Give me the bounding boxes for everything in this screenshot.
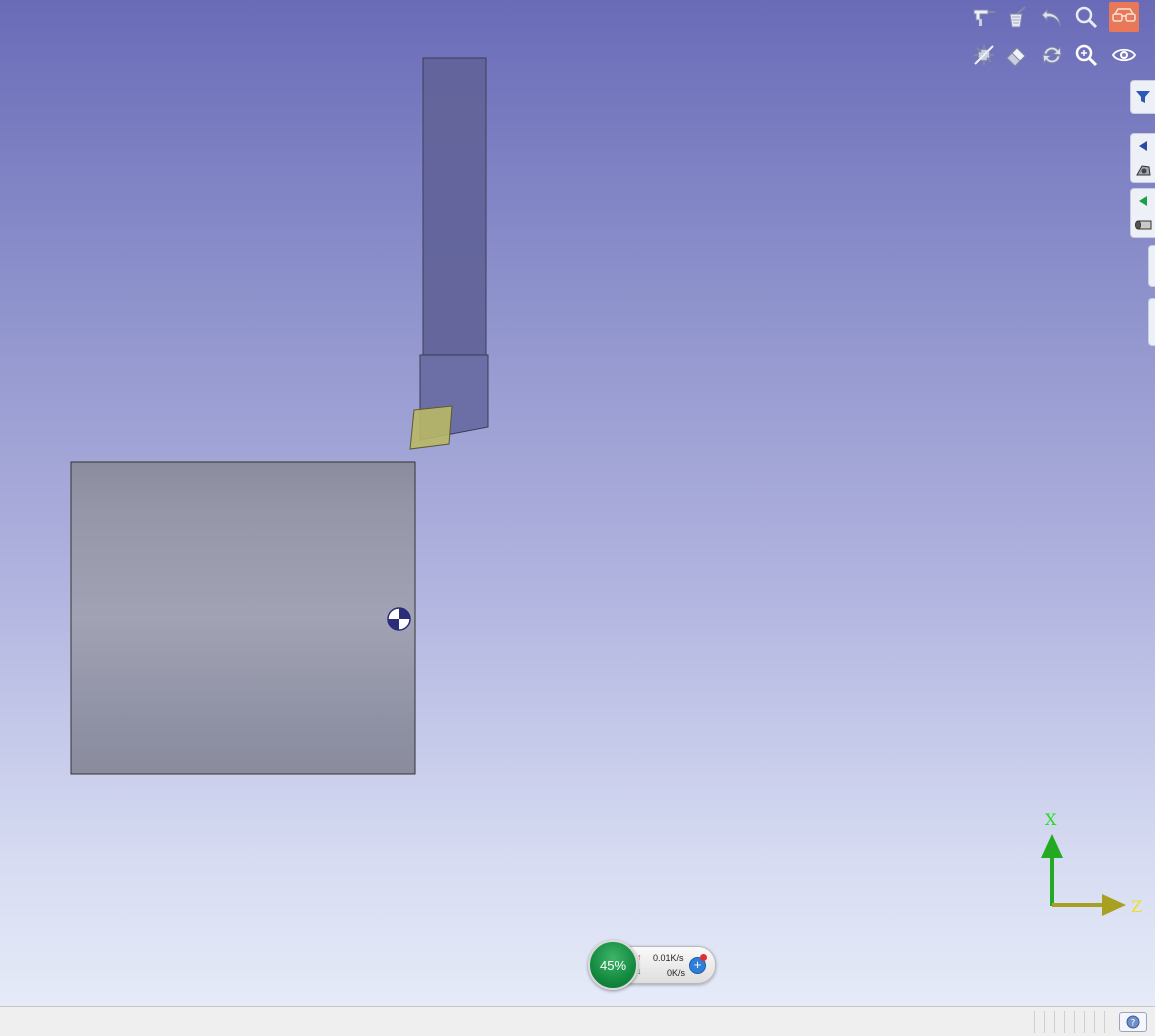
undo-button[interactable]: [1037, 2, 1067, 32]
status-divider: [1064, 1011, 1065, 1033]
status-divider: [1104, 1011, 1105, 1033]
stock-tab[interactable]: [1130, 188, 1155, 238]
status-divider: [1074, 1011, 1075, 1033]
help-icon: ?: [1126, 1015, 1140, 1029]
memory-gauge[interactable]: 45%: [588, 940, 638, 990]
rotate-button[interactable]: [1037, 40, 1067, 70]
origin-marker-icon: [387, 607, 411, 631]
download-speed: 0K/s: [667, 968, 686, 978]
glasses-button[interactable]: [1109, 2, 1139, 32]
svg-text:?: ?: [1131, 1019, 1136, 1029]
status-divider: [1034, 1011, 1035, 1033]
axis-x-label: X: [1045, 810, 1057, 829]
rotate-icon: [1042, 45, 1062, 65]
axis-triad: [1041, 834, 1126, 916]
notification-dot: [700, 954, 707, 961]
tool-holder-icon: [1136, 164, 1151, 175]
3d-viewport[interactable]: X Z ↑ 0.01K/s ↓ 0K/s + 45%: [0, 0, 1155, 1006]
measure-icon: [973, 9, 995, 26]
zoom-fit-button[interactable]: [1071, 40, 1101, 70]
zoom-fit-icon: [1075, 44, 1098, 67]
tool-holder-tab[interactable]: [1130, 133, 1155, 183]
eraser-button[interactable]: [1001, 40, 1031, 70]
status-bar: ?: [0, 1006, 1155, 1036]
network-speed-widget[interactable]: ↑ 0.01K/s ↓ 0K/s + 45%: [586, 938, 718, 990]
stock-workpiece[interactable]: [70, 461, 416, 775]
status-divider: [1084, 1011, 1085, 1033]
status-divider: [1044, 1011, 1045, 1033]
filter-tab[interactable]: [1130, 80, 1155, 114]
collapsed-panel-tab-1[interactable]: [1148, 245, 1155, 287]
hide-parts-icon: [974, 45, 994, 65]
view-eye-icon: [1111, 48, 1137, 62]
scene-canvas: [70, 57, 1126, 916]
glasses-icon: [1112, 8, 1136, 22]
cutting-insert[interactable]: [409, 405, 453, 450]
collapsed-panel-tab-2[interactable]: [1148, 298, 1155, 346]
clear-icon: [1009, 6, 1026, 28]
stock-cylinder-icon: [1135, 220, 1152, 230]
filter-icon: [1136, 91, 1150, 103]
undo-icon: [1041, 8, 1061, 27]
view-eye-button[interactable]: [1109, 40, 1139, 70]
axis-z-label: Z: [1131, 897, 1143, 916]
eraser-icon: [1006, 47, 1026, 67]
zoom-button[interactable]: [1071, 2, 1101, 32]
tool-shank[interactable]: [422, 57, 487, 357]
status-divider: [1054, 1011, 1055, 1033]
help-button[interactable]: ?: [1119, 1012, 1147, 1032]
status-divider: [1094, 1011, 1095, 1033]
expand-arrow-icon: [1139, 196, 1147, 206]
measure-button[interactable]: [969, 2, 999, 32]
clear-button[interactable]: [1001, 2, 1031, 32]
hide-parts-button[interactable]: [969, 40, 999, 70]
collapse-arrow-icon: [1139, 140, 1147, 151]
zoom-icon: [1075, 6, 1098, 29]
upload-speed: 0.01K/s: [653, 953, 684, 963]
